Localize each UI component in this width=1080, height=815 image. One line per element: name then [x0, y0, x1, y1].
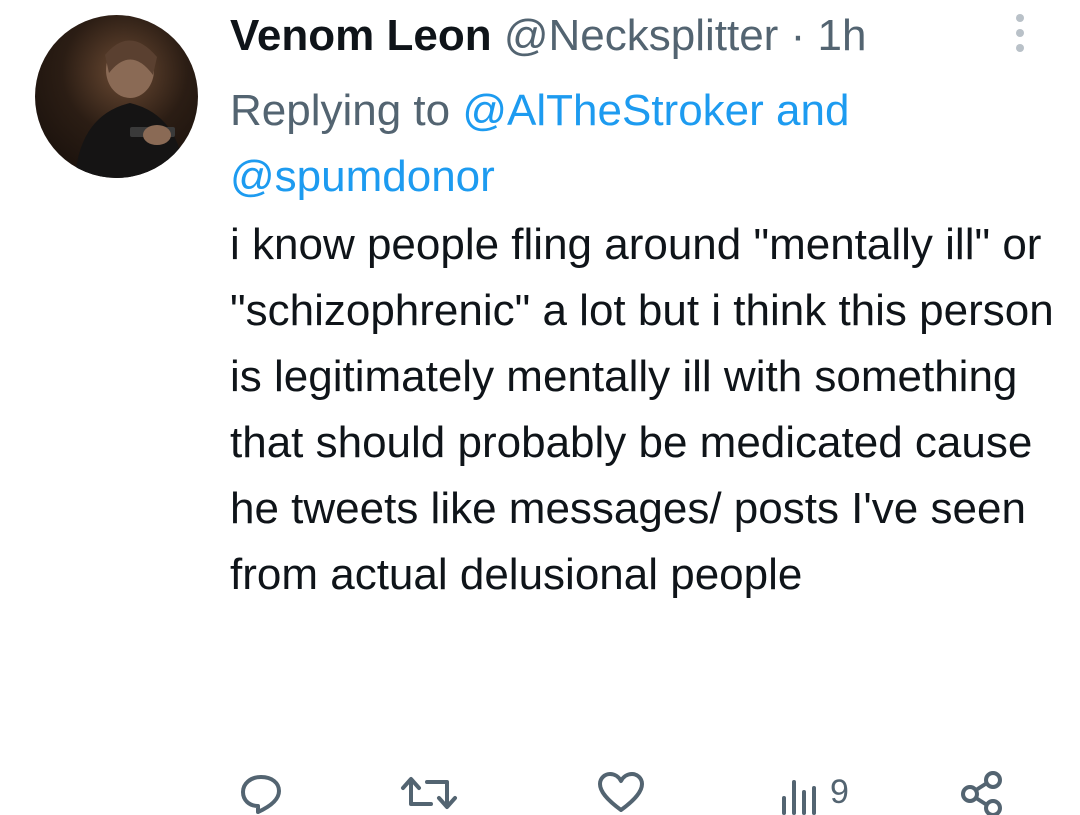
action-bar: 9 [0, 770, 1080, 815]
mention-1[interactable]: @AlTheStroker [462, 86, 763, 135]
share-button[interactable] [958, 770, 1006, 815]
replying-to-line: Replying to @AlTheStroker and @spumdonor [230, 78, 1050, 210]
views-chart-icon [782, 780, 816, 815]
author-handle[interactable]: @Necksplitter [504, 11, 779, 60]
mention-2[interactable]: @spumdonor [230, 152, 495, 201]
reply-button[interactable] [237, 770, 285, 815]
heart-icon [598, 772, 644, 812]
author-name[interactable]: Venom Leon [230, 11, 492, 60]
mention-and[interactable]: and [776, 86, 849, 135]
tweet-text: i know people fling around "mentally ill… [230, 220, 1054, 599]
avatar[interactable] [35, 15, 198, 178]
tweet-header: Venom Leon @Necksplitter · 1h [230, 10, 866, 62]
replying-prefix: Replying to [230, 86, 451, 135]
views-button[interactable]: 9 [778, 770, 849, 815]
retweet-icon [401, 777, 457, 809]
separator-dot: · [790, 11, 806, 60]
reply-icon [241, 775, 281, 814]
avatar-image [75, 40, 185, 178]
views-count: 9 [830, 773, 849, 811]
like-button[interactable] [596, 770, 646, 815]
share-icon [961, 771, 1002, 815]
more-vertical-icon[interactable] [1010, 14, 1030, 56]
retweet-button[interactable] [397, 770, 461, 815]
tweet-time[interactable]: 1h [817, 11, 866, 60]
